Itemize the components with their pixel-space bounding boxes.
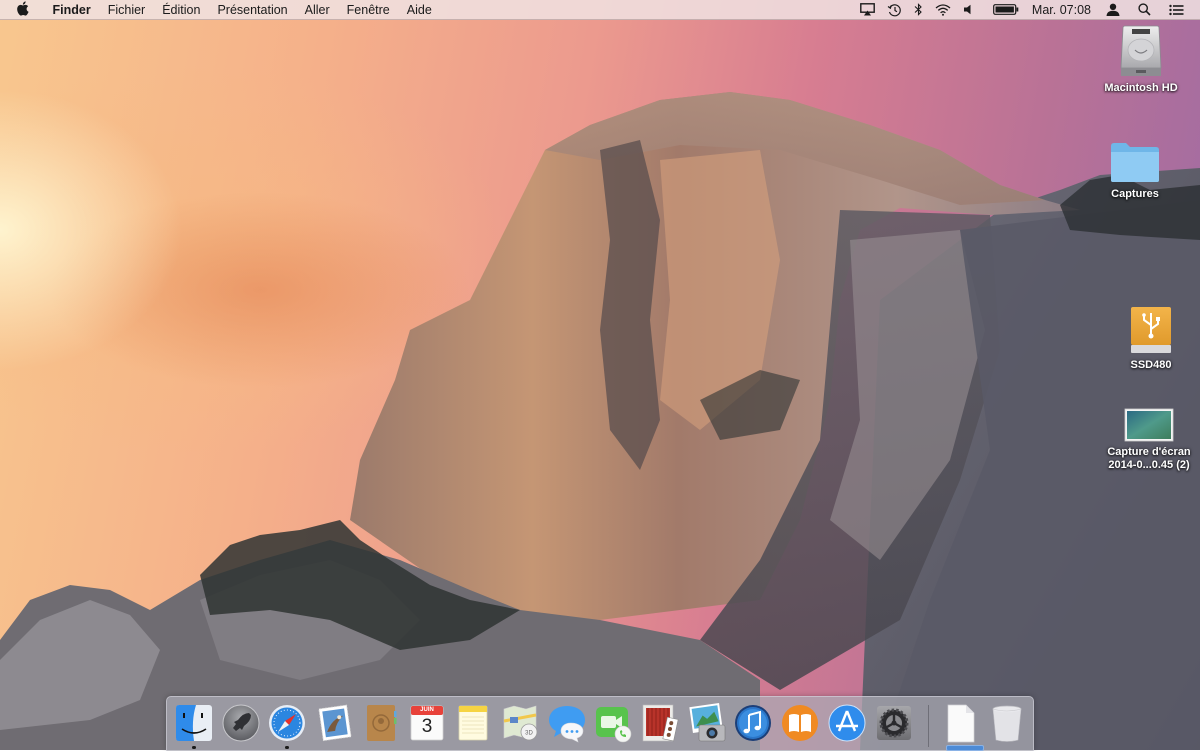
dock-item-document-stack[interactable]	[938, 701, 982, 745]
wallpaper-landscape	[0, 92, 1200, 750]
menu-presentation[interactable]: Présentation	[209, 3, 296, 17]
desktop-icon-label-line1: Capture d'écran	[1107, 446, 1191, 458]
menu-aller[interactable]: Aller	[296, 3, 338, 17]
menu-bar: Finder Fichier Édition Présentation Alle…	[0, 0, 1200, 20]
menu-fenetre[interactable]: Fenêtre	[338, 3, 398, 17]
folder-icon	[1111, 143, 1159, 182]
mail-icon	[318, 704, 352, 742]
dock-item-iphoto[interactable]	[685, 701, 729, 745]
menu-fichier[interactable]: Fichier	[99, 3, 154, 17]
launchpad-icon	[222, 704, 260, 742]
menu-aide[interactable]: Aide	[398, 3, 440, 17]
wifi-icon[interactable]	[935, 3, 951, 16]
safari-icon	[269, 705, 305, 741]
dock-item-trash[interactable]	[985, 701, 1029, 745]
desktop-icon-macintosh-hd[interactable]: Macintosh HD	[1096, 24, 1186, 95]
dock-item-system-preferences[interactable]	[872, 701, 916, 745]
running-indicator	[285, 746, 289, 749]
dock-item-facetime[interactable]	[591, 701, 635, 745]
calendar-month: JUIN	[420, 707, 434, 713]
finder-icon	[176, 705, 212, 741]
dock: JUIN 3 3D	[166, 696, 1034, 751]
document-stack-icon	[947, 704, 975, 743]
battery-icon[interactable]	[993, 4, 1019, 15]
dock-item-safari[interactable]	[265, 701, 309, 745]
trash-icon	[992, 705, 1022, 742]
running-indicator	[192, 746, 196, 749]
iphoto-icon	[689, 703, 726, 742]
svg-text:3D: 3D	[525, 731, 533, 737]
dock-item-maps[interactable]: 3D	[498, 701, 542, 745]
dock-separator	[928, 705, 929, 747]
menu-app-finder[interactable]: Finder	[44, 3, 99, 17]
usb-drive-icon	[1131, 307, 1171, 353]
menu-edition[interactable]: Édition	[154, 3, 209, 17]
dock-item-launchpad[interactable]	[219, 701, 263, 745]
dock-item-ibooks[interactable]	[778, 701, 822, 745]
desktop-wallpaper[interactable]	[0, 0, 1200, 750]
app-store-icon	[828, 704, 866, 742]
volume-icon[interactable]	[963, 4, 973, 15]
dock-item-contacts[interactable]	[359, 701, 403, 745]
maps-icon: 3D	[503, 705, 538, 741]
airplay-icon[interactable]	[860, 3, 875, 16]
download-progress-bar	[946, 745, 984, 751]
dock-item-notes[interactable]	[451, 701, 495, 745]
calendar-day: 3	[421, 716, 433, 737]
desktop-icon-screenshot[interactable]: Capture d'écran 2014-0...0.45 (2)	[1104, 408, 1194, 472]
desktop-icon-ssd480[interactable]: SSD480	[1106, 305, 1196, 372]
dock-item-mail[interactable]	[312, 701, 356, 745]
bluetooth-icon[interactable]	[914, 3, 923, 16]
dock-item-messages[interactable]	[545, 701, 589, 745]
dock-item-app-store[interactable]	[825, 701, 869, 745]
dock-item-finder[interactable]	[172, 701, 216, 745]
apple-menu-icon[interactable]	[0, 0, 44, 19]
itunes-icon	[735, 705, 771, 741]
desktop-icon-label: Capture d'écran 2014-0...0.45 (2)	[1107, 446, 1190, 472]
hard-drive-icon	[1120, 25, 1162, 76]
messages-icon	[549, 706, 585, 743]
ibooks-icon	[782, 705, 818, 741]
desktop-icon-label-line2: 2014-0...0.45 (2)	[1108, 459, 1190, 471]
screenshot-file-icon	[1124, 408, 1174, 442]
notes-icon	[458, 705, 488, 741]
desktop-icon-label: Captures	[1111, 188, 1159, 200]
facetime-icon	[596, 707, 632, 743]
time-machine-icon[interactable]	[887, 3, 902, 17]
user-icon[interactable]	[1106, 3, 1120, 16]
spotlight-search-icon[interactable]	[1138, 3, 1151, 16]
desktop-icon-label: SSD480	[1130, 359, 1172, 371]
system-preferences-icon	[877, 706, 911, 740]
dock-item-photo-booth[interactable]	[638, 701, 682, 745]
photo-booth-icon	[642, 704, 679, 742]
desktop-icon-label: Macintosh HD	[1104, 82, 1178, 94]
contacts-icon	[367, 705, 397, 741]
dock-item-calendar[interactable]: JUIN 3	[405, 701, 449, 745]
notification-center-icon[interactable]	[1169, 4, 1184, 16]
dock-item-itunes[interactable]	[731, 701, 775, 745]
menu-clock[interactable]: Mar. 07:08	[1032, 3, 1091, 17]
desktop-icon-captures[interactable]: Captures	[1090, 140, 1180, 201]
